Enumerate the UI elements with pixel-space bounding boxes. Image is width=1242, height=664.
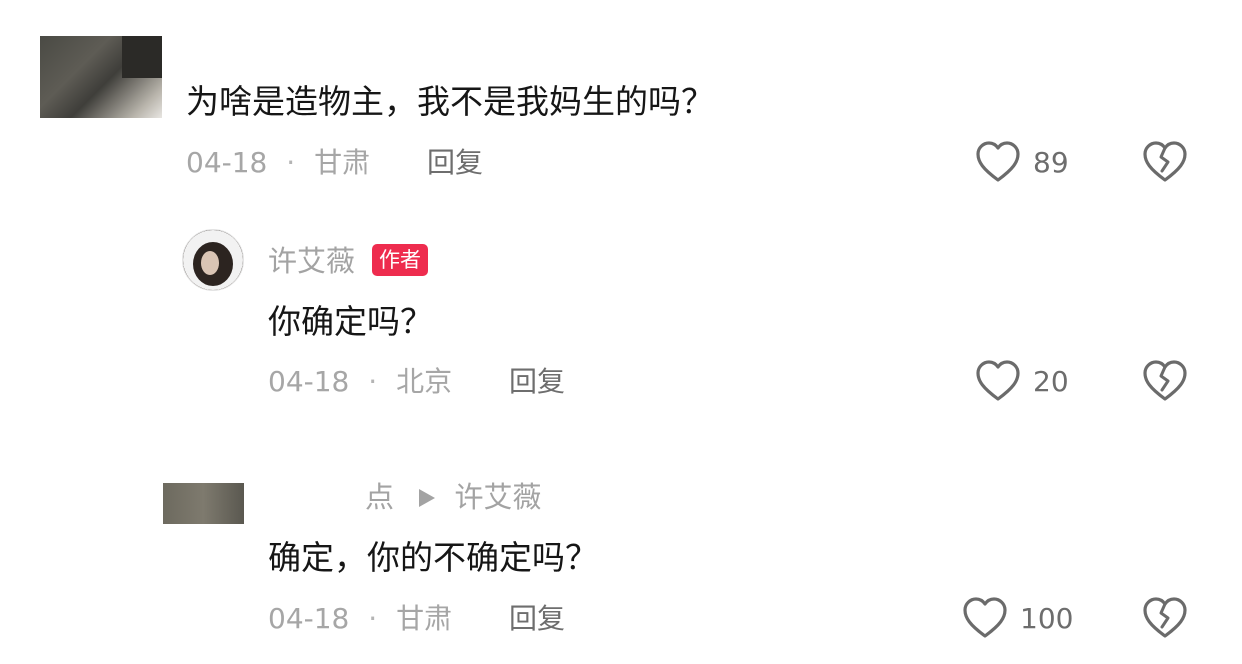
broken-heart-icon — [1142, 140, 1188, 184]
like-count: 20 — [1033, 365, 1069, 398]
comment-meta: 04-18 · 甘肃 — [268, 602, 452, 636]
like-count: 100 — [1020, 602, 1074, 635]
comment-meta: 04-18 · 北京 — [268, 365, 452, 399]
comment-location: 甘肃 — [396, 602, 453, 635]
avatar-blurred-block — [122, 36, 162, 78]
comment-date: 04-18 — [186, 146, 268, 179]
reply-button[interactable]: 回复 — [509, 602, 565, 636]
comment-location: 甘肃 — [314, 146, 371, 179]
reply-button[interactable]: 回复 — [509, 365, 565, 399]
broken-heart-icon — [1142, 359, 1188, 403]
comment-date: 04-18 — [268, 602, 350, 635]
dislike-button[interactable] — [1142, 359, 1188, 403]
like-count: 89 — [1033, 146, 1069, 179]
comment-text: 确定，你的不确定吗？ — [268, 538, 598, 577]
username-visible-part[interactable]: 点 — [365, 480, 394, 514]
comment-location: 北京 — [396, 365, 453, 398]
reply-button[interactable]: 回复 — [427, 146, 483, 180]
heart-outline-icon — [962, 596, 1008, 640]
avatar-portrait-icon — [183, 230, 243, 290]
meta-separator: · — [286, 146, 296, 179]
username-blurred[interactable] — [163, 483, 244, 524]
comment-meta: 04-18 · 甘肃 — [186, 146, 370, 180]
broken-heart-icon — [1142, 596, 1188, 640]
dislike-button[interactable] — [1142, 140, 1188, 184]
username[interactable]: 许艾薇 — [268, 243, 355, 279]
meta-separator: · — [368, 365, 378, 398]
meta-separator: · — [368, 602, 378, 635]
like-button[interactable] — [975, 359, 1021, 403]
author-badge: 作者 — [372, 244, 428, 276]
dislike-button[interactable] — [1142, 596, 1188, 640]
heart-outline-icon — [975, 359, 1021, 403]
reply-header: 点 许艾薇 — [365, 479, 541, 517]
author-avatar[interactable] — [182, 229, 244, 291]
heart-outline-icon — [975, 140, 1021, 184]
comment-text: 你确定吗？ — [268, 302, 433, 341]
comment-date: 04-18 — [268, 365, 350, 398]
play-triangle-icon — [417, 481, 437, 517]
like-button[interactable] — [975, 140, 1021, 184]
like-button[interactable] — [962, 596, 1008, 640]
reply-to-username[interactable]: 许艾薇 — [454, 480, 541, 514]
comment-text: 为啥是造物主，我不是我妈生的吗？ — [186, 82, 714, 121]
